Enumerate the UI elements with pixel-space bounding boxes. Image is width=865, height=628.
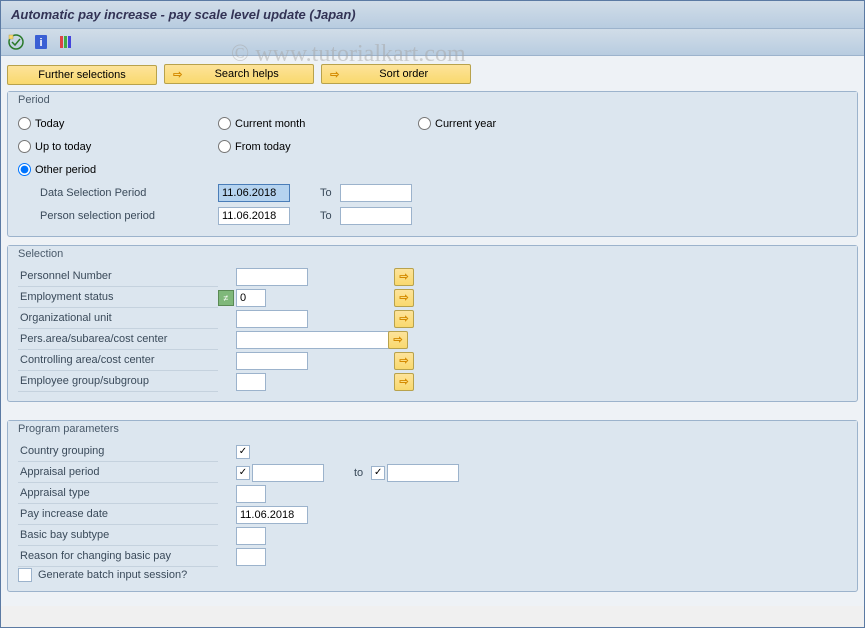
label-personnel-number: Personnel Number: [18, 267, 218, 287]
label-today: Today: [35, 118, 64, 130]
info-icon[interactable]: i: [32, 33, 50, 51]
label-controlling-area: Controlling area/cost center: [18, 351, 218, 371]
label-organizational-unit: Organizational unit: [18, 309, 218, 329]
label-country-grouping: Country grouping: [18, 442, 218, 462]
label-other-period: Other period: [35, 164, 96, 176]
not-equal-icon[interactable]: ≠: [218, 290, 234, 306]
checkbox-country-grouping[interactable]: ✓: [236, 445, 250, 459]
sort-order-label: Sort order: [345, 68, 462, 80]
multi-select-button[interactable]: ⇨: [394, 268, 414, 286]
selection-legend: Selection: [8, 246, 857, 262]
input-person-selection-to[interactable]: [340, 207, 412, 225]
label-person-selection-period: Person selection period: [38, 210, 155, 222]
arrow-right-icon: ⇨: [330, 68, 339, 81]
page-title: Automatic pay increase - pay scale level…: [11, 7, 356, 22]
label-employee-group: Employee group/subgroup: [18, 372, 218, 392]
further-selections-label: Further selections: [16, 69, 148, 81]
input-reason[interactable]: [236, 548, 266, 566]
label-data-selection-period: Data Selection Period: [38, 187, 146, 199]
label-appraisal-period: Appraisal period: [18, 463, 218, 483]
execute-icon[interactable]: [7, 33, 25, 51]
multi-select-button[interactable]: ⇨: [394, 289, 414, 307]
input-pay-increase-date[interactable]: [236, 506, 308, 524]
input-organizational-unit[interactable]: [236, 310, 308, 328]
label-pers-area: Pers.area/subarea/cost center: [18, 330, 218, 350]
radio-other-period[interactable]: [18, 163, 31, 176]
radio-current-year[interactable]: [418, 117, 431, 130]
input-appraisal-to[interactable]: [387, 464, 459, 482]
label-basic-subtype: Basic bay subtype: [18, 526, 218, 546]
multi-select-button[interactable]: ⇨: [394, 373, 414, 391]
multi-select-button[interactable]: ⇨: [388, 331, 408, 349]
radio-up-to-today[interactable]: [18, 140, 31, 153]
input-employment-status[interactable]: [236, 289, 266, 307]
label-reason: Reason for changing basic pay: [18, 547, 218, 567]
sort-order-button[interactable]: ⇨ Sort order: [321, 64, 471, 84]
input-pers-area[interactable]: [236, 331, 396, 349]
input-employee-group[interactable]: [236, 373, 266, 391]
input-appraisal-type[interactable]: [236, 485, 266, 503]
arrow-right-icon: ⇨: [173, 68, 182, 81]
input-person-selection-from[interactable]: [218, 207, 290, 225]
svg-text:i: i: [40, 37, 43, 49]
input-data-selection-to[interactable]: [340, 184, 412, 202]
label-generate-batch: Generate batch input session?: [36, 569, 187, 581]
multi-select-button[interactable]: ⇨: [394, 310, 414, 328]
checkbox-appraisal-to[interactable]: ✓: [371, 466, 385, 480]
radio-today[interactable]: [18, 117, 31, 130]
further-selections-button[interactable]: Further selections: [7, 65, 157, 85]
label-to: To: [320, 210, 332, 222]
radio-current-month[interactable]: [218, 117, 231, 130]
selection-group: Selection Personnel Number ⇨ Employment …: [7, 245, 858, 402]
label-employment-status: Employment status: [18, 288, 218, 308]
input-basic-subtype[interactable]: [236, 527, 266, 545]
input-data-selection-from[interactable]: [218, 184, 290, 202]
label-from-today: From today: [235, 141, 291, 153]
label-to-lower: to: [354, 467, 363, 479]
search-helps-button[interactable]: ⇨ Search helps: [164, 64, 314, 84]
label-current-month: Current month: [235, 118, 305, 130]
period-group: Period Today Current month Current year …: [7, 91, 858, 237]
label-to: To: [320, 187, 332, 199]
checkbox-generate-batch[interactable]: [18, 568, 32, 582]
input-controlling-area[interactable]: [236, 352, 308, 370]
label-appraisal-type: Appraisal type: [18, 484, 218, 504]
period-legend: Period: [8, 92, 857, 108]
label-current-year: Current year: [435, 118, 496, 130]
multi-select-button[interactable]: ⇨: [394, 352, 414, 370]
variant-icon[interactable]: [57, 33, 75, 51]
program-parameters-group: Program parameters Country grouping ✓ Ap…: [7, 420, 858, 592]
checkbox-appraisal-from[interactable]: ✓: [236, 466, 250, 480]
radio-from-today[interactable]: [218, 140, 231, 153]
search-helps-label: Search helps: [188, 68, 305, 80]
label-pay-increase-date: Pay increase date: [18, 505, 218, 525]
input-appraisal-from[interactable]: [252, 464, 324, 482]
input-personnel-number[interactable]: [236, 268, 308, 286]
program-parameters-legend: Program parameters: [8, 421, 857, 437]
label-up-to-today: Up to today: [35, 141, 91, 153]
